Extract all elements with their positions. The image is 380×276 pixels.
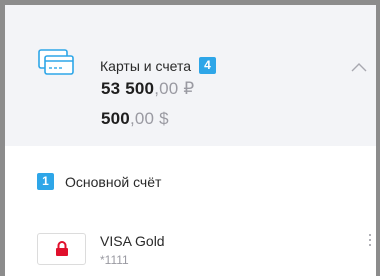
account-name: VISA Gold [100,233,165,249]
account-number: *1111 [100,253,129,267]
accounts-panel: Карты и счета 4 53 500,00 ₽ 500,00 $ 1 О… [0,0,380,276]
count-badge: 4 [199,57,216,74]
balance-rub-decimal: ,00 ₽ [154,79,195,98]
account-row[interactable]: VISA Gold *1111 [5,219,376,276]
account-group-header[interactable]: 1 Основной счёт [37,173,161,190]
more-vertical-icon[interactable] [367,234,373,250]
balance-usd: 500,00 $ [101,109,169,129]
cards-icon [38,49,74,75]
balance-rub: 53 500,00 ₽ [101,79,194,99]
lock-icon [56,241,68,256]
cards-accounts-summary[interactable]: Карты и счета 4 53 500,00 ₽ 500,00 $ [5,5,376,146]
group-label: Основной счёт [65,173,162,190]
card-thumbnail [37,233,86,265]
balance-rub-integer: 53 500 [101,79,155,98]
balance-usd-integer: 500 [101,109,130,128]
summary-title: Карты и счета [100,57,191,74]
balance-usd-decimal: ,00 $ [129,109,169,128]
summary-title-row: Карты и счета 4 [100,57,216,74]
group-index-badge: 1 [37,173,54,190]
chevron-up-icon[interactable] [350,61,368,73]
